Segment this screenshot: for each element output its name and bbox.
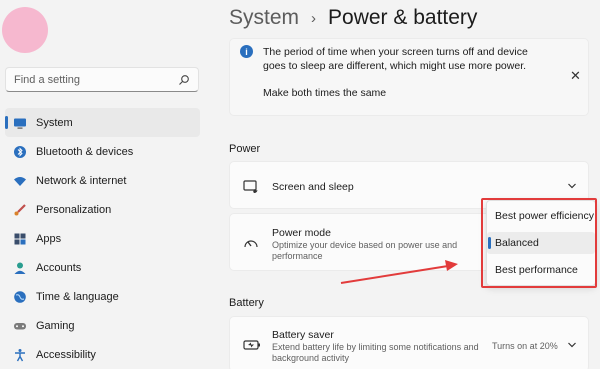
sidebar-item-accessibility[interactable]: Accessibility — [5, 340, 200, 369]
sidebar-item-gaming[interactable]: Gaming — [5, 311, 200, 340]
sidebar-item-label: Apps — [36, 232, 62, 245]
gamepad-icon — [13, 319, 27, 333]
sidebar-item-label: System — [36, 116, 73, 129]
battery-saver-row[interactable]: Battery saver Extend battery life by lim… — [229, 316, 589, 369]
globe-icon — [13, 290, 27, 304]
brush-icon — [13, 203, 27, 217]
annotation-highlight-box — [481, 198, 597, 288]
bluetooth-icon — [13, 145, 27, 159]
person-icon — [13, 261, 27, 275]
breadcrumb-separator: › — [311, 9, 317, 27]
battery-saver-status: Turns on at 20% — [492, 341, 558, 351]
sidebar: Find a setting System Bluetooth & device… — [0, 0, 210, 369]
sidebar-item-personalization[interactable]: Personalization — [5, 195, 200, 224]
sidebar-item-accounts[interactable]: Accounts — [5, 253, 200, 282]
power-mode-subtitle: Optimize your device based on power use … — [272, 240, 458, 261]
sidebar-item-label: Gaming — [36, 319, 75, 332]
sidebar-item-label: Network & internet — [36, 174, 127, 187]
chevron-down-icon[interactable] — [567, 181, 577, 191]
screen-sleep-title: Screen and sleep — [272, 181, 354, 193]
power-mode-icon — [244, 240, 258, 248]
sidebar-item-label: Bluetooth & devices — [36, 145, 134, 158]
accessibility-icon — [13, 348, 27, 362]
sidebar-item-apps[interactable]: Apps — [5, 224, 200, 253]
power-mode-title: Power mode — [272, 227, 331, 239]
page-title: Power & battery — [328, 6, 478, 29]
battery-saver-icon — [243, 340, 260, 350]
info-banner: i The period of time when your screen tu… — [229, 38, 589, 116]
sidebar-item-label: Personalization — [36, 203, 112, 216]
sidebar-item-system[interactable]: System — [5, 108, 200, 137]
monitor-icon — [13, 116, 27, 130]
sidebar-item-label: Accessibility — [36, 348, 96, 361]
avatar[interactable] — [2, 7, 48, 53]
wifi-icon — [13, 174, 27, 188]
info-icon: i — [240, 45, 253, 58]
power-section-label: Power — [229, 143, 261, 155]
breadcrumb: System › Power & battery — [229, 6, 477, 30]
sidebar-nav: System Bluetooth & devices Network & int… — [5, 108, 200, 369]
battery-saver-subtitle: Extend battery life by limiting some not… — [272, 342, 479, 363]
sidebar-item-label: Time & language — [36, 290, 119, 303]
close-icon[interactable]: ✕ — [570, 68, 581, 84]
sidebar-item-label: Accounts — [36, 261, 82, 274]
sidebar-item-time-language[interactable]: Time & language — [5, 282, 200, 311]
battery-section-label: Battery — [229, 297, 264, 309]
search-placeholder: Find a setting — [14, 73, 81, 86]
sidebar-item-bluetooth[interactable]: Bluetooth & devices — [5, 137, 200, 166]
sidebar-item-network[interactable]: Network & internet — [5, 166, 200, 195]
search-input[interactable]: Find a setting — [5, 67, 199, 92]
make-times-same-button[interactable]: Make both times the same — [263, 87, 386, 99]
battery-saver-title: Battery saver — [272, 329, 334, 341]
screen-sleep-icon — [243, 180, 258, 193]
chevron-down-icon[interactable] — [567, 340, 577, 350]
breadcrumb-parent[interactable]: System — [229, 6, 299, 30]
apps-icon — [13, 232, 27, 246]
search-icon — [179, 74, 189, 85]
info-text: The period of time when your screen turn… — [263, 46, 528, 72]
